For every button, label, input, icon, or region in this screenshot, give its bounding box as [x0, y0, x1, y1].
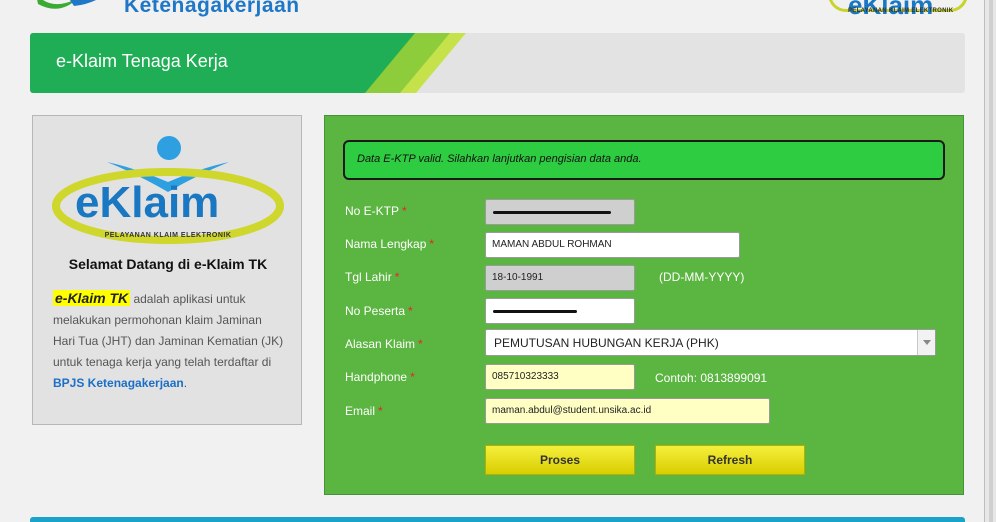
- header-logo-tag: PELAYANAN KLAIM ELEKTRONIK: [848, 8, 954, 14]
- alasan-selected-value: PEMUTUSAN HUBUNGAN KERJA (PHK): [494, 336, 719, 350]
- bpjs-logo-icon: [37, 0, 96, 9]
- eklaim-logo-tag: PELAYANAN KLAIM ELEKTRONIK: [104, 232, 232, 239]
- eklaim-header-logo: eKlaim PELAYANAN KLAIM ELEKTRONIK: [826, 0, 970, 26]
- site-header: Ketenagakerjaan eKlaim PELAYANAN KLAIM E…: [0, 0, 984, 26]
- nama-label: Nama Lengkap *: [345, 237, 435, 251]
- email-field[interactable]: maman.abdul@student.unsika.ac.id: [485, 398, 770, 424]
- alasan-select[interactable]: PEMUTUSAN HUBUNGAN KERJA (PHK): [485, 329, 936, 356]
- email-label: Email *: [345, 404, 383, 418]
- welcome-card: eKlaim PELAYANAN KLAIM ELEKTRONIK Selama…: [32, 115, 302, 425]
- bpjs-link[interactable]: BPJS Ketenagakerjaan: [53, 376, 184, 390]
- refresh-button[interactable]: Refresh: [655, 445, 805, 475]
- title-banner: e-Klaim Tenaga Kerja: [30, 33, 965, 93]
- app-name-highlight: e-Klaim TK: [53, 290, 131, 306]
- welcome-description: e-Klaim TK adalah aplikasi untuk melakuk…: [53, 288, 285, 394]
- peserta-label: No Peserta *: [345, 304, 413, 318]
- page-title: e-Klaim Tenaga Kerja: [56, 51, 228, 71]
- proses-button[interactable]: Proses: [485, 445, 635, 475]
- validation-alert: Data E-KTP valid. Silahkan lanjutkan pen…: [343, 140, 945, 180]
- tgl-lahir-field[interactable]: 18-10-1991: [485, 265, 635, 291]
- chevron-down-icon[interactable]: [917, 330, 935, 355]
- description-suffix: .: [183, 376, 188, 390]
- peserta-redaction: [493, 310, 577, 313]
- alasan-label: Alasan Klaim *: [345, 337, 423, 351]
- date-format-hint: (DD-MM-YYYY): [659, 270, 745, 284]
- footer-bar: [30, 517, 965, 522]
- window-scrollbar[interactable]: [984, 0, 996, 522]
- ektp-redaction: [493, 211, 611, 214]
- handphone-hint: Contoh: 0813899091: [655, 371, 768, 385]
- handphone-field[interactable]: 085710323333: [485, 364, 635, 390]
- welcome-heading: Selamat Datang di e-Klaim TK: [68, 256, 268, 272]
- tgl-lahir-label: Tgl Lahir *: [345, 270, 400, 284]
- eklaim-logo-word: eKlaim: [75, 178, 220, 227]
- ektp-label: No E-KTP *: [345, 204, 407, 218]
- alert-message: Data E-KTP valid. Silahkan lanjutkan pen…: [357, 153, 642, 165]
- nama-field[interactable]: MAMAN ABDUL ROHMAN: [485, 232, 740, 258]
- claim-form: Data E-KTP valid. Silahkan lanjutkan pen…: [324, 115, 964, 495]
- handphone-label: Handphone *: [345, 370, 415, 384]
- brand-name: Ketenagakerjaan: [124, 0, 300, 17]
